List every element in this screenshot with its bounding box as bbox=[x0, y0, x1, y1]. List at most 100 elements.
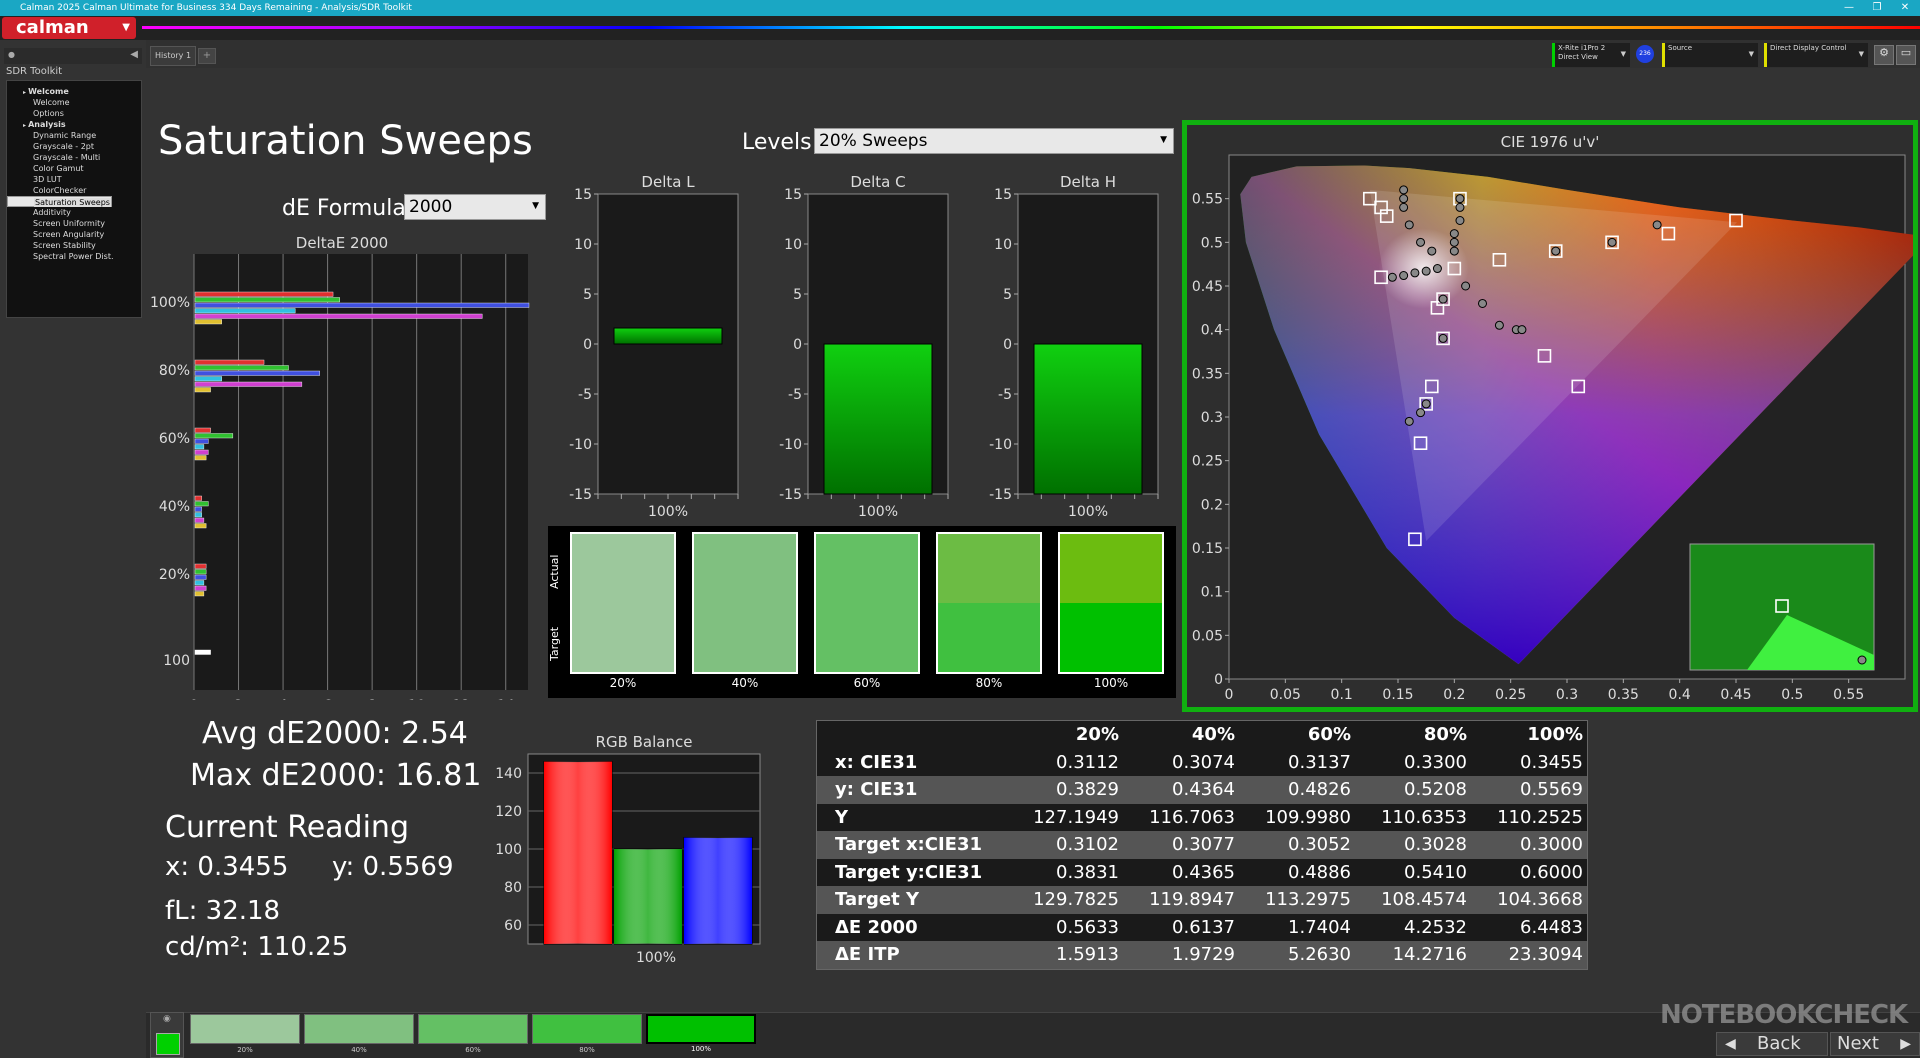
sidebar-item[interactable]: Additivity bbox=[7, 207, 141, 218]
bottom-tile[interactable]: 40% bbox=[304, 1014, 414, 1054]
sidebar-item[interactable]: Dynamic Range bbox=[7, 130, 141, 141]
rgb-title: RGB Balance bbox=[596, 733, 693, 751]
swatch bbox=[936, 532, 1042, 674]
table-cell: 1.7404 bbox=[1288, 916, 1351, 938]
deltae-bar bbox=[194, 580, 205, 586]
sidebar-item[interactable]: 3D LUT bbox=[7, 174, 141, 185]
delta-y-tick: 15 bbox=[574, 187, 592, 203]
delta-y-tick: -5 bbox=[788, 387, 802, 403]
de-formula-select[interactable]: 2000 ▼ bbox=[404, 194, 546, 220]
table-cell: 5.2630 bbox=[1288, 944, 1351, 966]
current-color-swatch bbox=[156, 1033, 180, 1055]
current-cdm2: cd/m²: 110.25 bbox=[165, 932, 349, 962]
bottom-tile[interactable]: 20% bbox=[190, 1014, 300, 1054]
measured-point bbox=[1455, 216, 1465, 225]
table-header-cell: 80% bbox=[1423, 724, 1467, 746]
table-row-label: Y bbox=[835, 806, 849, 828]
table-row: ΔE 2000 0.5633 0.6137 1.7404 4.2532 6.4483 bbox=[817, 914, 1587, 942]
sidebar-item[interactable]: Grayscale - Multi bbox=[7, 152, 141, 163]
sidebar-item[interactable]: Grayscale - 2pt bbox=[7, 141, 141, 152]
levels-select[interactable]: 20% Sweeps ▼ bbox=[814, 128, 1174, 154]
sidebar-item-label: Options bbox=[33, 109, 64, 118]
camera-icon[interactable]: ◉ bbox=[163, 1014, 171, 1024]
delta-y-tick: -15 bbox=[989, 487, 1012, 503]
swatch-label: 100% bbox=[1093, 676, 1129, 690]
bottom-tile[interactable]: 100% bbox=[646, 1014, 756, 1053]
window-icon[interactable]: ▭ bbox=[1896, 45, 1916, 65]
delta-y-tick: 10 bbox=[994, 237, 1012, 253]
delta-y-tick: -10 bbox=[779, 437, 802, 453]
sidebar-item[interactable]: Screen Uniformity bbox=[7, 218, 141, 229]
table-row-label: Target Y bbox=[835, 889, 919, 911]
bottom-tile[interactable]: 60% bbox=[418, 1014, 528, 1054]
sidebar-item[interactable]: Welcome bbox=[7, 97, 141, 108]
tab-history-1[interactable]: History 1 bbox=[150, 46, 196, 66]
measured-point bbox=[1399, 202, 1409, 212]
table-cell: 0.4365 bbox=[1172, 861, 1235, 883]
sidebar-item[interactable]: Options bbox=[7, 108, 141, 119]
back-button[interactable]: ◀ Back bbox=[1716, 1032, 1828, 1056]
watermark: NOTEBOOKCHECK bbox=[1660, 1000, 1908, 1030]
deltae-bar bbox=[194, 376, 222, 382]
table-row: Target x:CIE31 0.3102 0.3077 0.3052 0.3028 0.… bbox=[817, 831, 1587, 859]
sidebar-item[interactable]: Screen Angularity bbox=[7, 229, 141, 240]
restore-button[interactable]: ❐ bbox=[1862, 0, 1892, 16]
pin-icon[interactable]: ● bbox=[8, 50, 15, 59]
swatch-target bbox=[1060, 603, 1162, 672]
swatch-actual bbox=[572, 534, 674, 603]
measured-point bbox=[1421, 266, 1431, 276]
table-cell: 109.9980 bbox=[1265, 806, 1351, 828]
deltae-bar bbox=[194, 501, 209, 507]
table-row: ΔE ITP 1.5913 1.9729 5.2630 14.2716 23.3094 bbox=[817, 941, 1587, 969]
close-button[interactable]: ✕ bbox=[1890, 0, 1920, 16]
table-cell: 0.4886 bbox=[1288, 861, 1351, 883]
calman-logo[interactable]: calman ▼ bbox=[2, 17, 136, 39]
table-row: Target Y 129.7825 119.8947 113.2975 108.4574… bbox=[817, 886, 1587, 914]
sidebar-item[interactable]: ▸ Welcome bbox=[7, 86, 141, 97]
settings-icon[interactable]: ⚙ bbox=[1874, 45, 1894, 65]
bottom-tile[interactable]: 80% bbox=[532, 1014, 642, 1054]
swatch-label: 60% bbox=[853, 676, 881, 690]
sidebar-item[interactable]: Saturation Sweeps bbox=[7, 196, 112, 207]
delta-y-tick: 10 bbox=[574, 237, 592, 253]
deltae-x-tick: 2 bbox=[234, 698, 243, 700]
levels-label: Levels: bbox=[742, 130, 819, 155]
sidebar-item[interactable]: ColorChecker bbox=[7, 185, 141, 196]
meter-selector[interactable]: X-Rite i1Pro 2 Direct View ▼ bbox=[1552, 43, 1630, 67]
sidebar-item[interactable]: ▸ Analysis bbox=[7, 119, 141, 130]
display-label: Direct Display Control bbox=[1770, 44, 1847, 52]
delta-y-tick: 0 bbox=[583, 337, 592, 353]
sidebar-item-label: 3D LUT bbox=[33, 175, 62, 184]
cie-inset-point bbox=[1857, 655, 1867, 665]
cie-x-tick: 0.05 bbox=[1270, 687, 1301, 703]
minimize-button[interactable]: — bbox=[1834, 0, 1864, 16]
rgb-y-tick: 60 bbox=[504, 918, 522, 934]
meter-mode: Direct View bbox=[1558, 53, 1598, 61]
table-row-label: Target y:CIE31 bbox=[835, 861, 983, 883]
delta-y-tick: -5 bbox=[998, 387, 1012, 403]
delta-y-tick: -15 bbox=[779, 487, 802, 503]
source-selector[interactable]: Source ▼ bbox=[1662, 43, 1758, 67]
deltae-group-label: 20% bbox=[159, 567, 190, 583]
add-tab-button[interactable]: + bbox=[198, 48, 216, 64]
current-x: x: 0.3455 bbox=[165, 852, 289, 882]
table-cell: 0.6000 bbox=[1520, 861, 1583, 883]
table-cell: 110.6353 bbox=[1381, 806, 1467, 828]
page-title: Saturation Sweeps bbox=[158, 118, 533, 164]
max-de: Max dE2000: 16.81 bbox=[190, 758, 482, 793]
table-cell: 0.5633 bbox=[1056, 916, 1119, 938]
table-header-cell: 60% bbox=[1307, 724, 1351, 746]
sidebar-item[interactable]: Spectral Power Dist. bbox=[7, 251, 141, 262]
cie-x-tick: 0.1 bbox=[1331, 687, 1353, 703]
cie-diagram: CIE 1976 u'v' 0 0.05 0.1 0.15 0.2 0.25 0.3 0.35… bbox=[1192, 133, 1920, 703]
table-row: x: CIE31 0.3112 0.3074 0.3137 0.3300 0.3455 bbox=[817, 749, 1587, 777]
collapse-icon[interactable]: ◀ bbox=[130, 49, 138, 60]
meter-badge[interactable]: 236 bbox=[1636, 45, 1654, 63]
display-selector[interactable]: Direct Display Control ▼ bbox=[1764, 43, 1868, 67]
next-button[interactable]: Next ▶ bbox=[1830, 1032, 1920, 1056]
deltae-x-tick: 4 bbox=[279, 698, 288, 700]
sidebar-item[interactable]: Color Gamut bbox=[7, 163, 141, 174]
sidebar-item[interactable]: Screen Stability bbox=[7, 240, 141, 251]
table-cell: 1.9729 bbox=[1172, 944, 1235, 966]
table-header-cell: 40% bbox=[1191, 724, 1235, 746]
